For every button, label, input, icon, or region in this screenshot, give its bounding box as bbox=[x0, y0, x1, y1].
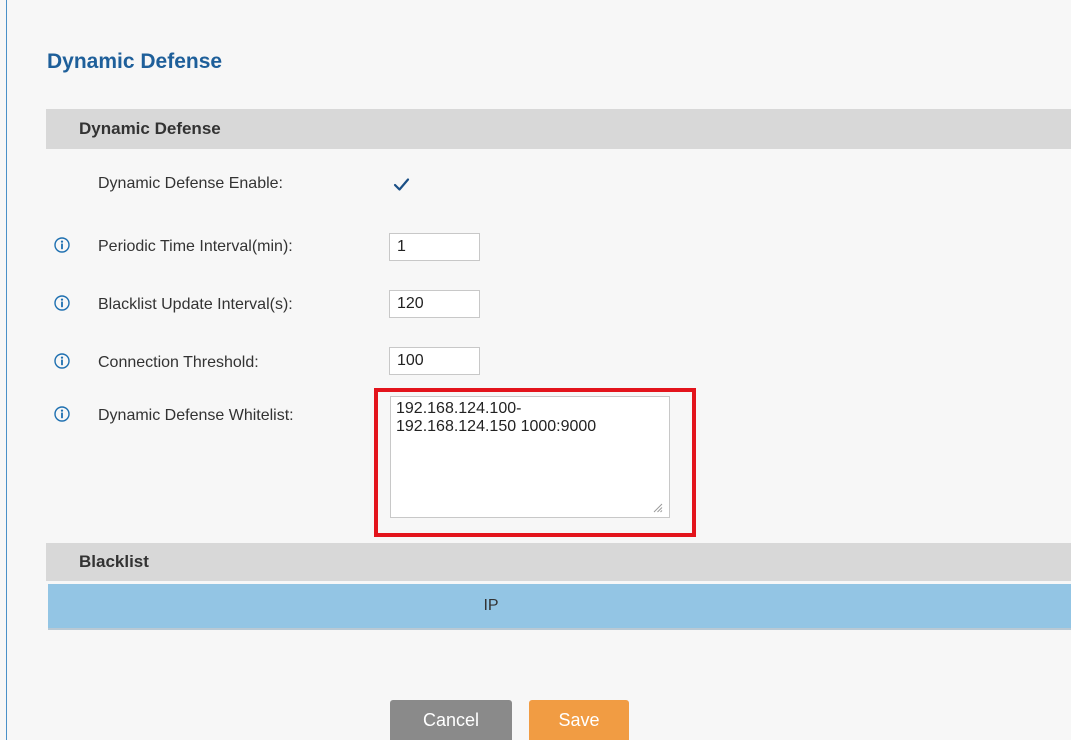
dynamic-defense-whitelist-textarea[interactable]: 192.168.124.100- 192.168.124.150 1000:90… bbox=[390, 396, 670, 518]
cancel-button[interactable]: Cancel bbox=[390, 700, 512, 740]
section-header-blacklist: Blacklist bbox=[46, 543, 1071, 581]
blacklist-table-header: IP bbox=[48, 584, 1071, 630]
info-icon[interactable] bbox=[54, 237, 70, 253]
section-header-dynamic-defense: Dynamic Defense bbox=[46, 109, 1071, 149]
dynamic-defense-whitelist-label: Dynamic Defense Whitelist: bbox=[98, 407, 294, 424]
dynamic-defense-page: Dynamic Defense Dynamic Defense Dynamic … bbox=[0, 0, 1071, 740]
left-border bbox=[6, 0, 7, 740]
resize-grip-icon[interactable] bbox=[653, 503, 663, 513]
blacklist-update-interval-input[interactable] bbox=[389, 290, 480, 318]
column-header-ip[interactable]: IP bbox=[48, 584, 934, 628]
info-icon[interactable] bbox=[54, 406, 70, 422]
dynamic-defense-enable-checkbox[interactable] bbox=[391, 174, 412, 195]
info-icon[interactable] bbox=[54, 353, 70, 369]
blacklist-update-interval-label: Blacklist Update Interval(s): bbox=[98, 296, 293, 313]
save-button[interactable]: Save bbox=[529, 700, 629, 740]
page-title: Dynamic Defense bbox=[47, 50, 223, 73]
connection-threshold-input[interactable] bbox=[389, 347, 480, 375]
connection-threshold-label: Connection Threshold: bbox=[98, 354, 259, 371]
periodic-time-interval-label: Periodic Time Interval(min): bbox=[98, 238, 293, 255]
info-icon[interactable] bbox=[54, 295, 70, 311]
dynamic-defense-enable-label: Dynamic Defense Enable: bbox=[98, 175, 283, 192]
periodic-time-interval-input[interactable] bbox=[389, 233, 480, 261]
